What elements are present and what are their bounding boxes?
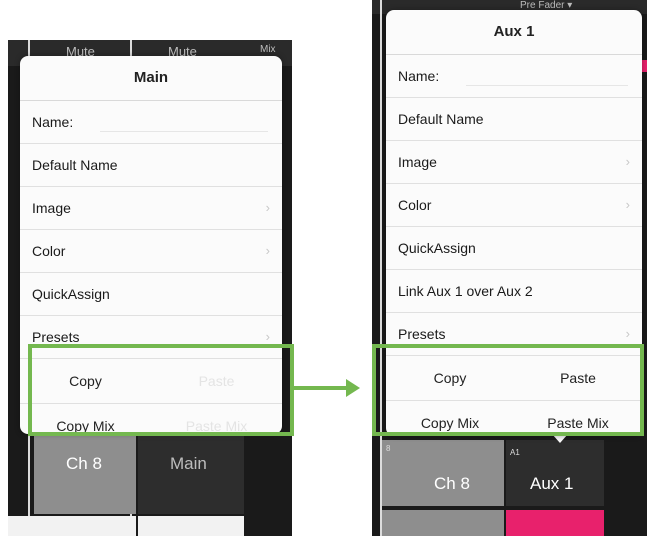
highlight-box-left [28, 344, 294, 436]
row-label: Link Aux 1 over Aux 2 [398, 283, 533, 299]
channel-aux1[interactable]: A1 Aux 1 [506, 440, 604, 506]
color-row[interactable]: Color › [20, 230, 282, 273]
fader-footer [382, 510, 504, 536]
default-name-row[interactable]: Default Name [386, 98, 642, 141]
name-field[interactable]: Name: [386, 55, 642, 98]
channel-number: 8 [386, 444, 391, 453]
chevron-right-icon: › [625, 154, 630, 169]
row-label: QuickAssign [32, 286, 110, 302]
aux-color-footer [506, 510, 604, 536]
channel-ch8[interactable]: 8 Ch 8 [382, 440, 504, 506]
row-label: Presets [32, 329, 80, 345]
channel-label: Ch 8 [66, 454, 102, 473]
image-row[interactable]: Image › [386, 141, 642, 184]
row-label: Name: [398, 68, 440, 84]
arrow-right-icon [346, 379, 360, 397]
quickassign-row[interactable]: QuickAssign [20, 273, 282, 316]
channel-number: A1 [510, 448, 520, 457]
fader-footer [8, 516, 136, 536]
fader-footer [138, 516, 244, 536]
channel-label: Ch 8 [434, 474, 470, 493]
color-row[interactable]: Color › [386, 184, 642, 227]
row-label: Name: [32, 114, 74, 130]
row-label: Default Name [32, 157, 118, 173]
row-label: Image [398, 154, 437, 170]
default-name-row[interactable]: Default Name [20, 144, 282, 187]
row-label: Default Name [398, 111, 484, 127]
name-field[interactable]: Name: [20, 101, 282, 144]
popover-title: Main [20, 56, 282, 101]
image-row[interactable]: Image › [20, 187, 282, 230]
highlight-box-right [372, 344, 644, 436]
row-label: Presets [398, 326, 446, 342]
row-label: Color [32, 243, 66, 259]
arrow-shaft [294, 386, 348, 390]
name-input-line[interactable] [100, 131, 268, 132]
chevron-right-icon: › [265, 243, 270, 258]
channel-label: Aux 1 [530, 474, 574, 493]
quickassign-row[interactable]: QuickAssign [386, 227, 642, 270]
channel-label: Main [170, 454, 207, 473]
mix-label: Mix [260, 44, 276, 55]
chevron-right-icon: › [625, 197, 630, 212]
popover-title: Aux 1 [386, 10, 642, 55]
row-label: Image [32, 200, 71, 216]
row-label: Color [398, 197, 432, 213]
link-aux-row[interactable]: Link Aux 1 over Aux 2 [386, 270, 642, 313]
row-label: QuickAssign [398, 240, 476, 256]
name-input-line[interactable] [466, 85, 628, 86]
chevron-right-icon: › [265, 200, 270, 215]
